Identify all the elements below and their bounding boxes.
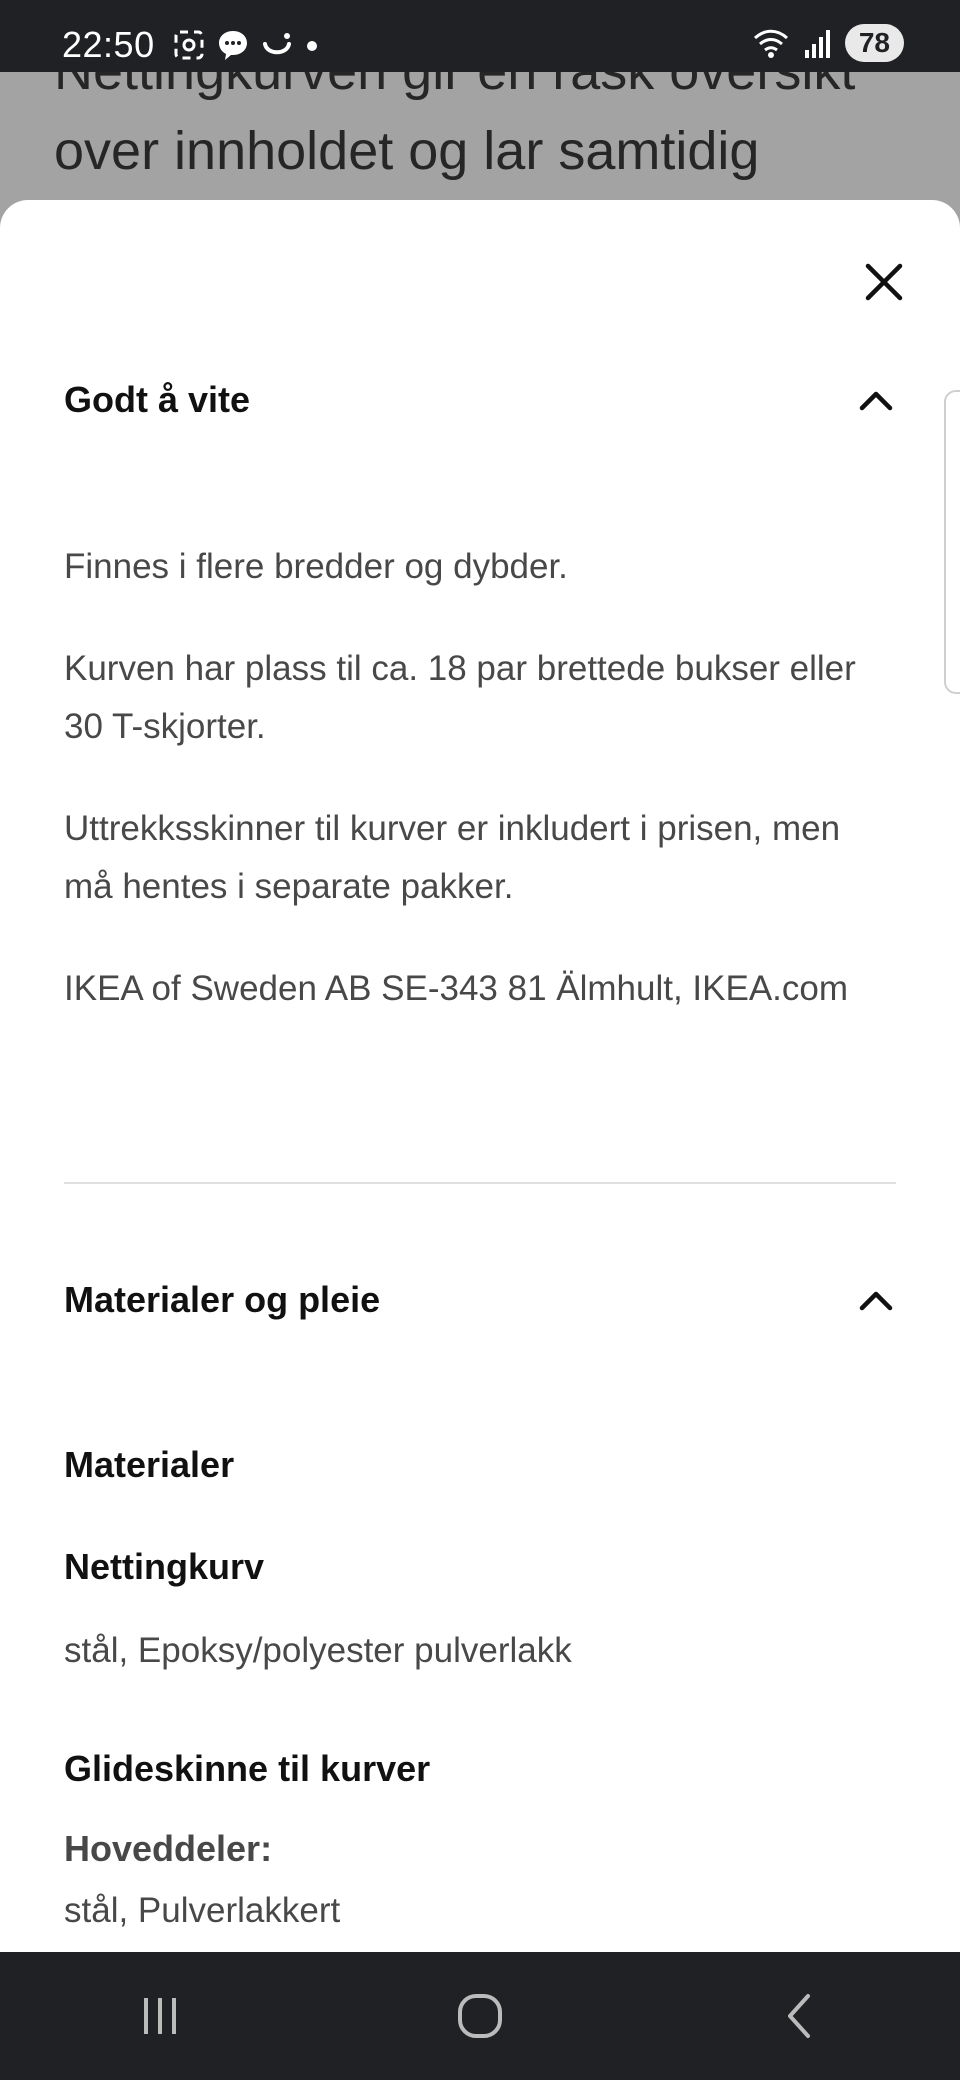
chat-bubble-icon (219, 31, 247, 60)
back-button[interactable] (740, 1966, 860, 2066)
section-divider (64, 1182, 896, 1184)
section-title: Godt å vite (64, 379, 251, 420)
section-title: Materialer og pleie (64, 1279, 381, 1320)
chevron-up-icon (856, 380, 896, 420)
smile-icon (263, 33, 291, 55)
notification-icons (172, 28, 320, 62)
scroll-hint (944, 390, 960, 694)
battery-indicator: 78 (844, 24, 904, 62)
close-icon (865, 263, 903, 301)
wifi-icon (753, 29, 788, 58)
section-header-materialer-og-pleie[interactable]: Materialer og pleie (64, 1260, 896, 1340)
product-info-sheet: Godt å vite Finnes i flere bredder og dy… (0, 200, 960, 1952)
section-header-godt-a-vite[interactable]: Godt å vite (64, 360, 896, 440)
materials-heading: Materialer (64, 1444, 235, 1485)
paragraph-capacity: Kurven har plass til ca. 18 par brettede… (64, 649, 856, 746)
material-part-label: Hoveddeler: (64, 1828, 273, 1869)
paragraph-widths: Finnes i flere bredder og dybder. (64, 547, 568, 586)
home-icon (458, 1994, 502, 2038)
signal-icon (804, 30, 830, 58)
paragraph-manufacturer: IKEA of Sweden AB SE-343 81 Älmhult, IKE… (64, 969, 849, 1008)
status-bar: 22:50 78 (0, 0, 960, 72)
status-right: 78 (751, 24, 904, 62)
system-nav-bar (0, 1952, 960, 2080)
material-item-value: stål, Epoksy/polyester pulverlakk (64, 1631, 572, 1670)
material-item-value: stål, Pulverlakkert (64, 1891, 341, 1930)
dot-icon (307, 41, 317, 51)
status-time: 22:50 (62, 24, 155, 65)
close-button[interactable] (848, 246, 920, 318)
material-item-name: Glideskinne til kurver (64, 1748, 431, 1789)
screenshot-icon (174, 30, 204, 60)
home-button[interactable] (420, 1966, 540, 2066)
recent-apps-button[interactable] (100, 1966, 220, 2066)
background-text-line-2: over innholdet og lar samtidig (54, 121, 760, 181)
paragraph-rails: Uttrekksskinner til kurver er inkludert … (64, 809, 841, 906)
recent-apps-icon (144, 1998, 176, 2034)
chevron-up-icon (856, 1280, 896, 1320)
material-item-name: Nettingkurv (64, 1546, 265, 1587)
back-icon (788, 1994, 810, 2038)
